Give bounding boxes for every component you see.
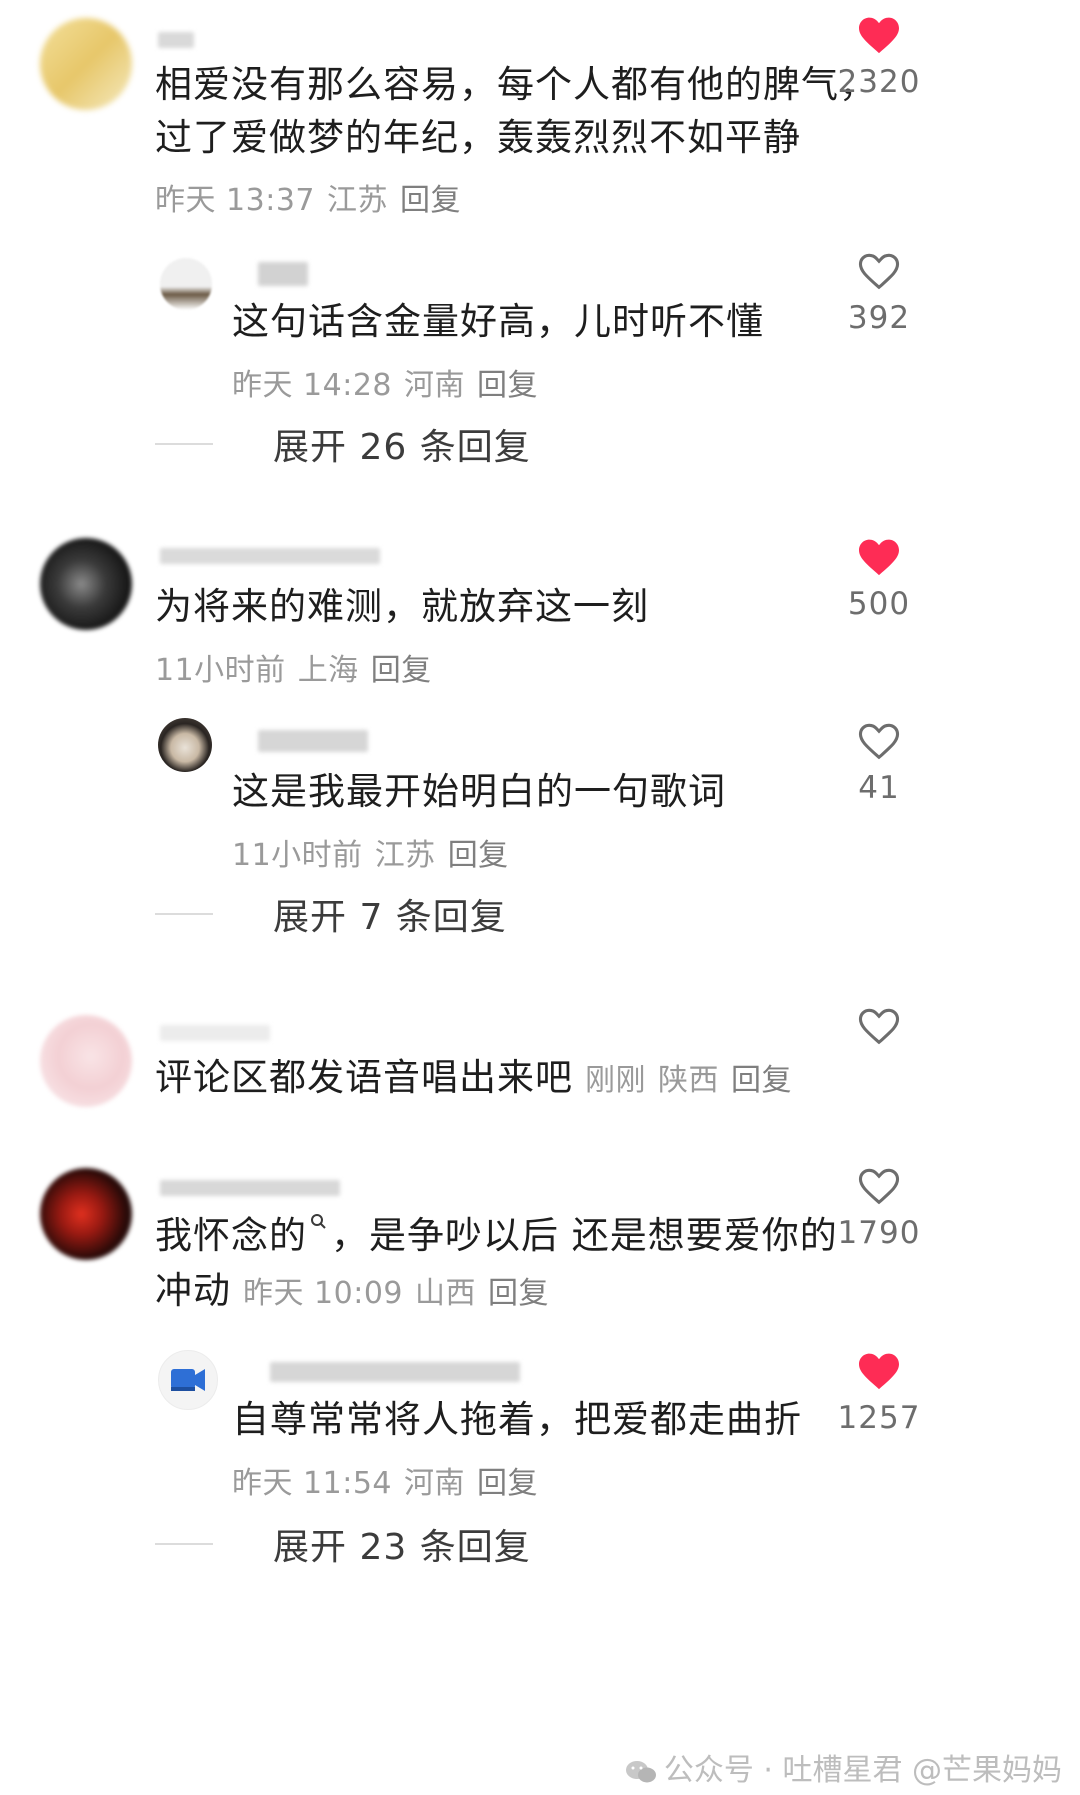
like-count: 41 (858, 770, 900, 806)
heart-filled-icon (859, 539, 899, 576)
watermark: 公众号 · 吐槽星君 @芒果妈妈 (624, 1745, 1062, 1789)
avatar[interactable] (40, 18, 132, 110)
expand-replies-button[interactable]: 展开 7 条回复 (155, 888, 507, 940)
comment-location: 陕西 (658, 1063, 719, 1098)
comment-time: 昨天 14:28 (232, 368, 392, 403)
like-button[interactable]: 1790 (824, 1165, 934, 1251)
expand-replies-button[interactable]: 展开 23 条回复 (155, 1518, 531, 1570)
expand-replies-label: 展开 7 条回复 (273, 897, 507, 938)
like-count: 392 (847, 300, 911, 336)
heart-outline-icon (858, 1008, 900, 1045)
like-button[interactable]: 392 (824, 250, 934, 336)
avatar[interactable] (160, 258, 212, 310)
comment-text: 评论区都发语音唱出来吧 刚刚 陕西 回复 (155, 1048, 804, 1111)
like-count: 500 (847, 586, 911, 622)
reply-button[interactable]: 回复 (400, 183, 461, 218)
reply-button[interactable]: 回复 (477, 1466, 538, 1501)
comment-time: 11小时前 (232, 838, 363, 873)
expand-replies-button[interactable]: 展开 26 条回复 (155, 418, 531, 470)
avatar[interactable] (40, 1015, 132, 1107)
comment-time: 昨天 13:37 (155, 183, 315, 218)
comment-location: 上海 (297, 653, 359, 688)
comment-body: ，是争吵以后 还是想要爱你的 (331, 1214, 838, 1257)
comment-location: 江苏 (327, 183, 388, 218)
comment-time: 刚刚 (585, 1063, 646, 1098)
like-count: 1790 (837, 1215, 921, 1251)
comment-body: 冲动 (155, 1269, 231, 1312)
comment-body: 我怀念的 (155, 1214, 307, 1257)
avatar[interactable] (158, 718, 212, 772)
divider (155, 1543, 213, 1545)
reply-text: 这句话含金量好高，儿时听不懂 (232, 300, 764, 343)
reply-text: 这是我最开始明白的一句歌词 (232, 770, 726, 813)
comment-location: 河南 (404, 368, 465, 403)
comment-meta: 11小时前 上海 回复 (155, 645, 432, 689)
divider (155, 913, 213, 915)
expand-replies-label: 展开 23 条回复 (273, 1527, 531, 1568)
search-icon[interactable] (309, 1212, 329, 1232)
comment-text: 为将来的难测，就放弃这一刻 (155, 585, 649, 628)
comment-text-line: 冲动 昨天 10:09 山西 回复 (155, 1261, 561, 1324)
reply-button[interactable]: 回复 (448, 838, 509, 873)
username-blurred[interactable] (160, 548, 380, 564)
comment-time: 11小时前 (155, 653, 286, 688)
username-blurred[interactable] (270, 1362, 520, 1382)
heart-filled-icon (859, 1353, 899, 1390)
comment-body: 评论区都发语音唱出来吧 (155, 1056, 573, 1099)
username-blurred[interactable] (258, 730, 368, 752)
comment-text-line: 我怀念的 ，是争吵以后 还是想要爱你的 (155, 1206, 838, 1266)
like-button[interactable]: 41 (824, 720, 934, 806)
reply-text: 自尊常常将人拖着，把爱都走曲折 (232, 1398, 802, 1441)
comment-text-line: 过了爱做梦的年纪，轰轰烈烈不如平静 (155, 116, 801, 159)
heart-outline-icon (858, 1168, 900, 1205)
video-camera-icon (171, 1369, 205, 1391)
username-blurred[interactable] (158, 32, 194, 48)
like-button[interactable]: 1257 (824, 1350, 934, 1436)
username-blurred[interactable] (258, 262, 308, 286)
expand-replies-label: 展开 26 条回复 (273, 427, 531, 468)
avatar[interactable] (158, 1350, 218, 1410)
comment-location: 河南 (404, 1466, 465, 1501)
reply-button[interactable]: 回复 (731, 1063, 792, 1098)
username-blurred[interactable] (160, 1025, 270, 1041)
comment-meta: 昨天 11:54 河南 回复 (232, 1458, 538, 1502)
avatar[interactable] (40, 538, 132, 630)
heart-outline-icon (858, 253, 900, 290)
comment-text-line: 相爱没有那么容易，每个人都有他的脾气， (155, 63, 877, 106)
like-button[interactable] (824, 1005, 934, 1055)
wechat-icon (625, 1761, 656, 1783)
watermark-text: 公众号 · 吐槽星君 @芒果妈妈 (663, 1753, 1062, 1788)
heart-outline-icon (858, 723, 900, 760)
like-count: 1257 (837, 1400, 921, 1436)
comment-meta: 昨天 14:28 河南 回复 (232, 360, 538, 404)
heart-filled-icon (859, 17, 899, 54)
like-count: 2320 (837, 64, 921, 100)
divider (155, 443, 213, 445)
reply-button[interactable]: 回复 (477, 368, 538, 403)
avatar[interactable] (40, 1168, 132, 1260)
comment-meta: 昨天 13:37 江苏 回复 (155, 175, 461, 219)
reply-button[interactable]: 回复 (371, 653, 432, 688)
like-button[interactable]: 500 (824, 536, 934, 622)
like-button[interactable]: 2320 (824, 14, 934, 100)
comment-location: 山西 (415, 1276, 476, 1311)
comment-time: 昨天 10:09 (243, 1276, 403, 1311)
username-blurred[interactable] (160, 1180, 340, 1196)
comment-meta: 11小时前 江苏 回复 (232, 830, 509, 874)
reply-button[interactable]: 回复 (488, 1276, 549, 1311)
comment-location: 江苏 (374, 838, 436, 873)
comment-time: 昨天 11:54 (232, 1466, 392, 1501)
